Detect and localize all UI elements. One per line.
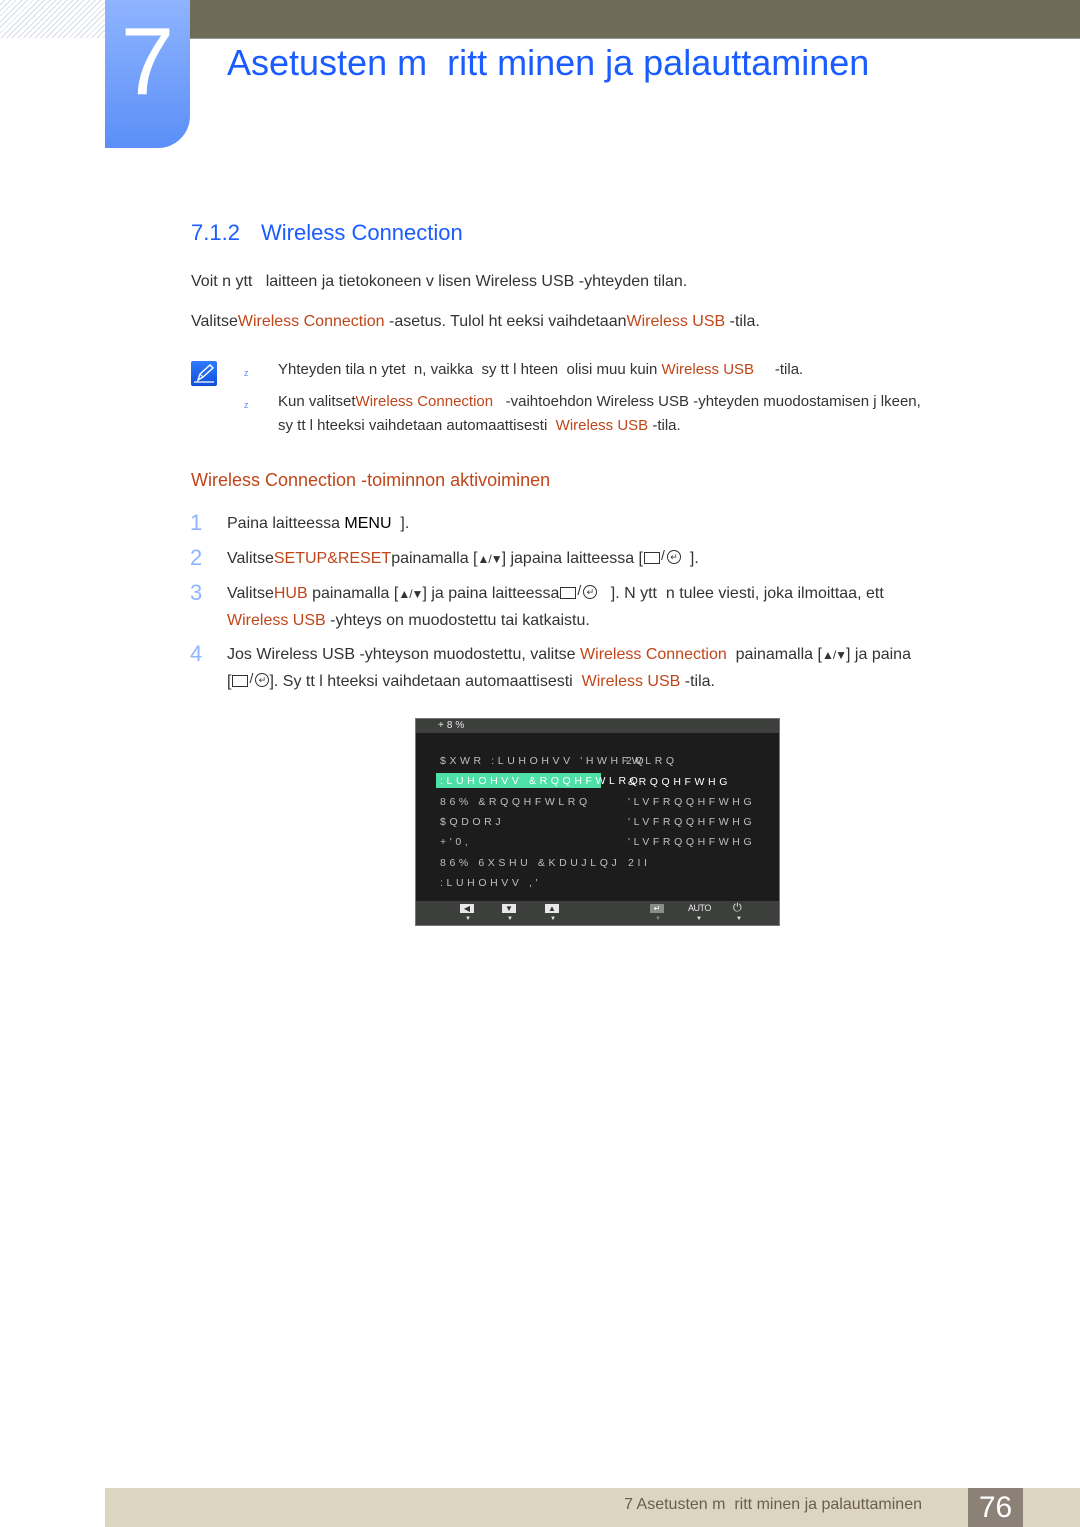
highlight-text: HUB bbox=[273, 585, 308, 602]
up-down-arrow-icon: ▲/▼ bbox=[398, 587, 423, 601]
text: ] japaina laitteessa [ bbox=[501, 550, 643, 567]
section-title: 7.1.2 Wireless Connection bbox=[191, 220, 463, 246]
osd-up-button-icon: ▲ bbox=[545, 904, 559, 913]
source-enter-icon: / ↵ bbox=[559, 582, 598, 599]
osd-row-label: 86% &RQQHFWLRQ bbox=[440, 796, 591, 808]
up-down-arrow-icon: ▲/▼ bbox=[477, 552, 502, 566]
osd-row-label-selected: :LUHOHVV &RQQHFWLRQ bbox=[440, 775, 642, 787]
text: -asetus. Tulol ht eeksi vaihdetaan bbox=[384, 313, 627, 330]
header-bar bbox=[190, 0, 1080, 39]
highlight-text: Wireless Connection bbox=[580, 646, 727, 663]
text: ]. bbox=[391, 515, 410, 532]
step-number: 2 bbox=[190, 545, 203, 570]
note-item-continued: sy tt l hteeksi vaihdetaan automaattises… bbox=[278, 417, 681, 434]
note-pencil-icon bbox=[191, 361, 217, 386]
chapter-badge: 7 bbox=[105, 0, 190, 148]
text: ]. bbox=[681, 550, 699, 567]
osd-indicator-icon: ▼ bbox=[465, 916, 471, 922]
footer-chapter-title: 7 Asetusten m ritt minen ja palauttamine… bbox=[624, 1496, 922, 1513]
highlight-text: Wireless USB bbox=[661, 361, 755, 378]
intro-paragraph-1: Voit n ytt laitteen ja tietokoneen v lis… bbox=[191, 273, 688, 290]
page-footer: 7 Asetusten m ritt minen ja palauttamine… bbox=[105, 1488, 1080, 1527]
source-enter-icon: / ↵ bbox=[643, 547, 681, 564]
text: Valitse bbox=[227, 585, 274, 602]
text: ]. Sy tt l hteeksi vaihdetaan automaatti… bbox=[269, 673, 582, 690]
osd-indicator-icon: ▼ bbox=[696, 916, 702, 922]
highlight-text: Wireless Connection bbox=[237, 313, 385, 330]
osd-left-button-icon: ◀ bbox=[460, 904, 474, 913]
text: sy tt l hteeksi vaihdetaan automaattises… bbox=[278, 417, 556, 434]
up-down-arrow-icon: ▲/▼ bbox=[821, 648, 847, 662]
step-text: ValitseSETUP&RESETpainamalla [▲/▼] japai… bbox=[227, 547, 699, 568]
osd-indicator-icon: ▼ bbox=[736, 916, 742, 922]
text: -vaihtoehdon Wireless USB -yhteyden muod… bbox=[493, 393, 921, 410]
osd-menu-screenshot: +8% $XWR :LUHOHVV 'HWHFWLRQ 2Q :LUHOHVV … bbox=[415, 718, 780, 926]
step-number: 4 bbox=[190, 641, 203, 666]
osd-row-label: :LUHOHVV ,' bbox=[440, 877, 542, 889]
step-text-continued: [/ ↵]. Sy tt l hteeksi vaihdetaan automaa… bbox=[227, 670, 715, 691]
osd-row-value: 'LVFRQQHFWHG bbox=[628, 816, 756, 828]
note-item: Yhteyden tila n ytet n, vaikka sy tt l h… bbox=[278, 361, 803, 378]
note-bullet: z bbox=[244, 368, 249, 378]
text: Yhteyden tila n ytet n, vaikka sy tt l h… bbox=[278, 361, 662, 378]
step-text-continued: Wireless USB -yhteys on muodostettu tai … bbox=[227, 612, 590, 630]
highlight-text: Wireless USB bbox=[581, 673, 681, 690]
chapter-title: Asetusten m ritt minen ja palauttaminen bbox=[227, 42, 870, 83]
text: ] ja paina laitteessa bbox=[422, 585, 560, 602]
osd-title: +8% bbox=[416, 719, 779, 733]
osd-row-value: 'LVFRQQHFWHG bbox=[628, 796, 756, 808]
text: -tila. bbox=[725, 313, 760, 330]
highlight-text: Wireless USB bbox=[555, 417, 649, 434]
osd-button-bar: ◀ ▼ ▼ ▼ ▲ ▼ ↵ ▼ AUTO ▼ ⏻ ▼ bbox=[416, 901, 779, 925]
highlight-text: Wireless USB bbox=[227, 612, 326, 629]
text: ]. N ytt n tulee viesti, joka ilmoittaa,… bbox=[597, 585, 884, 602]
text: -tila. bbox=[648, 417, 681, 434]
osd-enter-button-icon: ↵ bbox=[650, 904, 664, 913]
chapter-number: 7 bbox=[120, 8, 175, 115]
text: Valitse bbox=[191, 313, 238, 330]
step-number: 3 bbox=[190, 580, 203, 605]
step-text: ValitseHUB painamalla [▲/▼] ja paina lai… bbox=[227, 582, 884, 603]
text: -tila. bbox=[754, 361, 804, 378]
step-text: Jos Wireless USB -yhteyson muodostettu, … bbox=[227, 646, 911, 664]
osd-row-value: 2II bbox=[628, 857, 651, 869]
subheading: Wireless Connection -toiminnon aktivoimi… bbox=[191, 470, 551, 490]
step-number: 1 bbox=[190, 510, 203, 535]
osd-indicator-icon: ▼ bbox=[507, 916, 513, 922]
highlight-text: Wireless USB bbox=[626, 313, 726, 330]
step-text: Paina laitteessa MENU ]. bbox=[227, 515, 409, 533]
osd-row-value: &RQQHFWHG bbox=[628, 776, 731, 788]
osd-indicator-icon: ▼ bbox=[550, 916, 556, 922]
section-title-text: Wireless Connection bbox=[261, 220, 463, 245]
highlight-text: Wireless Connection bbox=[355, 393, 494, 410]
osd-row-value: 2Q bbox=[626, 755, 648, 767]
osd-row-label: +'0, bbox=[440, 836, 472, 848]
osd-row-label: 86% 6XSHU &KDUJLQJ bbox=[440, 857, 621, 869]
menu-key-label: MENU bbox=[344, 515, 392, 532]
intro-paragraph-2: ValitseWireless Connection -asetus. Tulo… bbox=[191, 313, 760, 331]
section-number: 7.1.2 bbox=[191, 220, 240, 245]
osd-power-icon: ⏻ bbox=[733, 902, 742, 914]
text: Paina laitteessa bbox=[227, 515, 345, 532]
osd-indicator-icon: ▼ bbox=[655, 916, 661, 922]
text: painamalla [ bbox=[307, 585, 399, 602]
text: -yhteys on muodostettu tai katkaistu. bbox=[325, 612, 590, 629]
text: painamalla [ bbox=[391, 550, 478, 567]
text: Kun valitset bbox=[278, 393, 356, 410]
page-number: 76 bbox=[968, 1488, 1023, 1527]
osd-auto-button: AUTO bbox=[688, 903, 711, 913]
text: Valitse bbox=[227, 550, 274, 567]
osd-down-button-icon: ▼ bbox=[502, 904, 516, 913]
osd-row-label: $QDORJ bbox=[440, 816, 505, 828]
source-enter-icon: / ↵ bbox=[231, 670, 270, 687]
highlight-text: SETUP&RESET bbox=[273, 550, 392, 567]
note-item: Kun valitsetWireless Connection -vaihtoe… bbox=[278, 393, 921, 410]
text: ] ja paina bbox=[846, 646, 911, 663]
text: -tila. bbox=[680, 673, 715, 690]
text: Jos Wireless USB -yhteyson muodostettu, … bbox=[227, 646, 581, 663]
osd-row-value: 'LVFRQQHFWHG bbox=[628, 836, 756, 848]
text: painamalla [ bbox=[726, 646, 822, 663]
note-bullet: z bbox=[244, 400, 249, 410]
header-hatch-decoration bbox=[0, 0, 105, 38]
